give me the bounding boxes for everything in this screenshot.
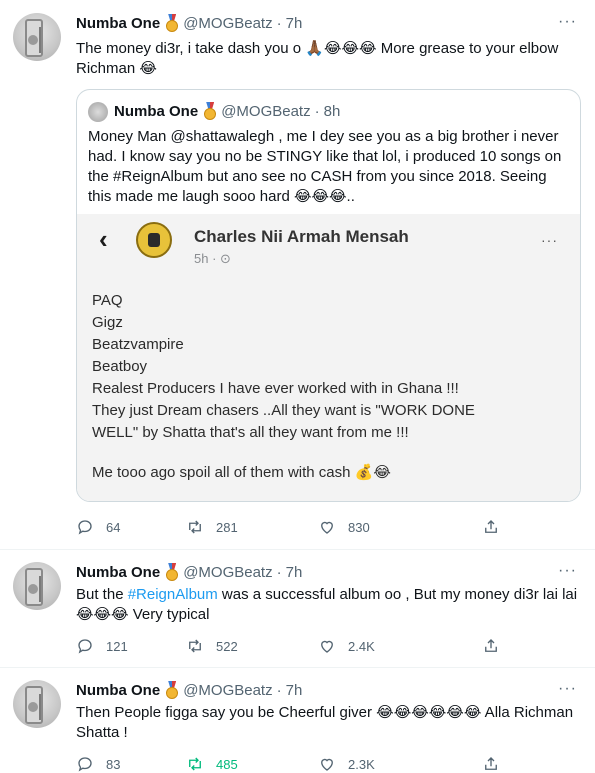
retweet-icon — [189, 520, 201, 534]
post-line: PAQ — [92, 292, 123, 309]
separator-dot: · — [276, 563, 282, 581]
reply-count: 121 — [106, 638, 128, 654]
retweet-button[interactable]: 485 — [186, 755, 238, 773]
heart-icon — [321, 521, 333, 534]
retweet-button[interactable]: 522 — [186, 637, 238, 655]
reply-count: 83 — [106, 756, 121, 772]
reply-icon — [78, 757, 92, 772]
separator-dot: · — [314, 102, 320, 120]
tweet-time[interactable]: 7h — [286, 15, 303, 32]
tweet-2[interactable]: Numba One @MOGBeatz · 7h ··· But the #Re… — [0, 550, 595, 667]
post-line: Gigz — [92, 314, 123, 331]
retweet-icon — [189, 639, 201, 653]
post-author-name: Charles Nii Armah Mensah — [194, 227, 409, 246]
tweet-time[interactable]: 7h — [286, 564, 303, 581]
post-line: Realest Producers I have ever worked wit… — [92, 380, 459, 397]
share-icon — [485, 757, 497, 770]
retweet-count: 522 — [216, 638, 238, 654]
avatar[interactable] — [13, 13, 61, 61]
user-handle[interactable]: @MOGBeatz — [183, 15, 272, 32]
more-options-icon[interactable]: ··· — [558, 562, 577, 580]
user-handle[interactable]: @MOGBeatz — [183, 564, 272, 581]
tweet-actions: 64 281 830 — [76, 518, 516, 538]
retweet-count: 281 — [216, 519, 238, 535]
heart-icon — [321, 758, 333, 771]
quoted-display-name: Numba One — [114, 102, 199, 120]
quoted-avatar — [88, 102, 108, 122]
avatar[interactable] — [13, 562, 61, 610]
share-button[interactable] — [482, 518, 512, 536]
reply-button[interactable]: 121 — [76, 637, 128, 655]
heart-icon — [321, 640, 333, 653]
tweet-text: But the #ReignAlbum was a successful alb… — [76, 585, 581, 625]
tweet-text-start: But the — [76, 586, 128, 603]
tweet-text: Then People figga say you be Cheerful gi… — [76, 704, 574, 741]
post-line: Me tooo ago spoil all of them with cash … — [92, 464, 391, 481]
back-arrow-icon: ‹ — [99, 224, 108, 254]
medal-icon — [164, 563, 180, 581]
reply-button[interactable]: 83 — [76, 755, 120, 773]
tweet-header: Numba One @MOGBeatz · 7h — [76, 563, 302, 581]
like-count: 2.3K — [348, 756, 375, 772]
like-button[interactable]: 2.4K — [318, 637, 375, 655]
tweet-header: Numba One @MOGBeatz · 7h — [76, 681, 302, 699]
reply-button[interactable]: 64 — [76, 518, 120, 536]
post-line: They just Dream chasers ..All they want … — [92, 402, 475, 419]
quoted-time: 8h — [323, 102, 341, 120]
post-more-icon: ··· — [541, 232, 558, 248]
tweet-header: Numba One @MOGBeatz · 7h — [76, 14, 302, 32]
avatar[interactable] — [13, 680, 61, 728]
share-button[interactable] — [482, 637, 512, 655]
tweet-3[interactable]: Numba One @MOGBeatz · 7h ··· Then People… — [0, 668, 595, 773]
hashtag-link[interactable]: #ReignAlbum — [128, 586, 218, 603]
display-name[interactable]: Numba One — [76, 564, 160, 581]
quoted-header: Numba One @MOGBeatz · 8h — [114, 102, 340, 120]
separator-dot: · — [276, 681, 282, 699]
user-handle[interactable]: @MOGBeatz — [183, 682, 272, 699]
share-icon — [485, 520, 497, 533]
share-icon — [485, 639, 497, 652]
retweet-count: 485 — [216, 756, 238, 772]
medal-icon — [202, 102, 218, 120]
quoted-handle: @MOGBeatz — [221, 102, 311, 120]
reply-icon — [78, 520, 92, 535]
separator-dot: · — [276, 14, 282, 32]
display-name[interactable]: Numba One — [76, 15, 160, 32]
retweet-icon — [189, 757, 201, 771]
post-body: PAQ Gigz Beatzvampire Beatboy Realest Pr… — [92, 290, 562, 484]
retweet-button[interactable]: 281 — [186, 518, 238, 536]
quoted-tweet[interactable]: Numba One @MOGBeatz · 8h Money Man @shat… — [76, 89, 581, 502]
share-button[interactable] — [482, 755, 512, 773]
more-options-icon[interactable]: ··· — [558, 13, 577, 31]
like-count: 830 — [348, 519, 370, 535]
post-time: 5h · ⊙ — [194, 251, 231, 266]
reply-count: 64 — [106, 519, 121, 535]
post-line: Beatzvampire — [92, 336, 184, 353]
page-logo — [136, 222, 172, 258]
quoted-image[interactable]: ‹ Charles Nii Armah Mensah 5h · ⊙ ··· PA… — [77, 214, 580, 501]
medal-icon — [164, 681, 180, 699]
like-count: 2.4K — [348, 638, 375, 654]
post-line: Beatboy — [92, 358, 148, 375]
medal-icon — [164, 14, 180, 32]
display-name[interactable]: Numba One — [76, 682, 160, 699]
like-button[interactable]: 2.3K — [318, 755, 375, 773]
quoted-text: Money Man @shattawalegh , me I dey see y… — [88, 128, 562, 205]
tweet-actions: 121 522 2.4K — [76, 637, 516, 657]
tweet-actions: 83 485 2.3K — [76, 755, 516, 773]
post-blank-line — [92, 444, 562, 462]
reply-icon — [78, 639, 92, 654]
tweet-1[interactable]: Numba One @MOGBeatz · 7h ··· The money d… — [0, 0, 595, 548]
tweet-time[interactable]: 7h — [286, 682, 303, 699]
like-button[interactable]: 830 — [318, 518, 370, 536]
tweet-text: The money di3r, i take dash you o 🙏🏾😂😂😂 … — [76, 40, 559, 77]
more-options-icon[interactable]: ··· — [558, 680, 577, 698]
post-line: WELL" by Shatta that's all they want fro… — [92, 424, 409, 441]
